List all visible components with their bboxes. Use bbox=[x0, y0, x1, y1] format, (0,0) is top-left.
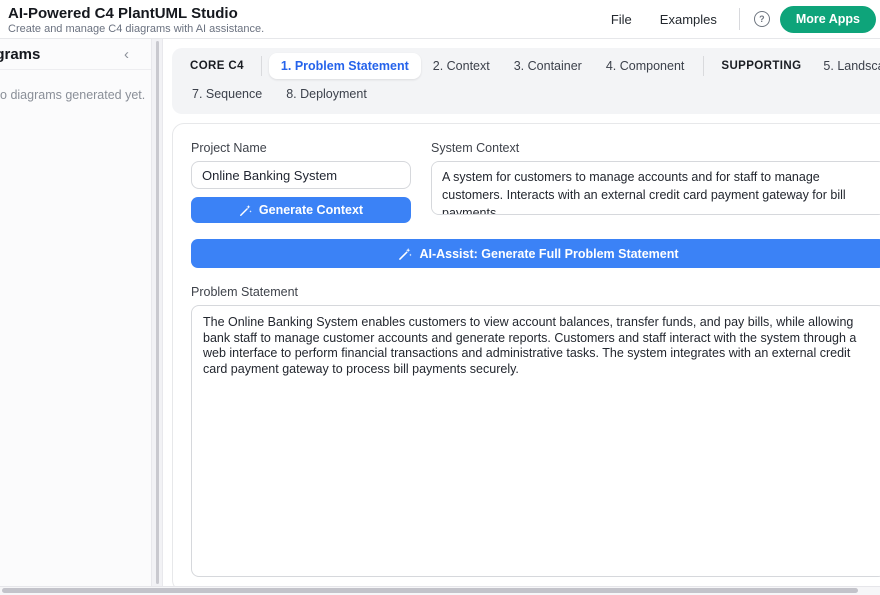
ai-assist-button[interactable]: AI-Assist: Generate Full Problem Stateme… bbox=[191, 239, 880, 268]
magic-wand-icon bbox=[239, 204, 252, 217]
help-icon[interactable]: ? bbox=[752, 9, 772, 29]
system-context-textarea[interactable]: A system for customers to manage account… bbox=[431, 161, 880, 215]
tab-component[interactable]: 4. Component bbox=[594, 53, 697, 79]
main-panel: CORE C4 1. Problem Statement 2. Context … bbox=[164, 39, 880, 586]
examples-menu-button[interactable]: Examples bbox=[650, 6, 727, 33]
tab-bar: CORE C4 1. Problem Statement 2. Context … bbox=[172, 48, 880, 114]
problem-statement-card: Project Name Generate Context Sy bbox=[172, 123, 880, 586]
project-name-input[interactable] bbox=[191, 161, 411, 189]
tab-problem-statement[interactable]: 1. Problem Statement bbox=[269, 53, 421, 79]
tab-row-2: 7. Sequence 8. Deployment bbox=[180, 81, 880, 107]
tab-divider bbox=[261, 56, 262, 76]
app-subtitle: Create and manage C4 diagrams with AI as… bbox=[8, 23, 264, 35]
system-context-label: System Context bbox=[431, 141, 880, 155]
form-grid: Project Name Generate Context Sy bbox=[191, 141, 880, 223]
sidebar-empty-message: No diagrams generated yet. bbox=[0, 88, 151, 102]
tab-deployment[interactable]: 8. Deployment bbox=[274, 81, 379, 107]
tab-context[interactable]: 2. Context bbox=[421, 53, 502, 79]
app-header-text: AI-Powered C4 PlantUML Studio Create and… bbox=[8, 4, 264, 35]
more-apps-button[interactable]: More Apps bbox=[780, 6, 876, 33]
project-name-label: Project Name bbox=[191, 141, 411, 155]
project-name-column: Project Name Generate Context bbox=[191, 141, 411, 223]
problem-statement-textarea[interactable]: The Online Banking System enables custom… bbox=[191, 305, 880, 577]
app-title: AI-Powered C4 PlantUML Studio bbox=[8, 5, 264, 22]
tab-group-core-label: CORE C4 bbox=[180, 54, 254, 78]
generate-context-button[interactable]: Generate Context bbox=[191, 197, 411, 223]
app-root: AI-Powered C4 PlantUML Studio Create and… bbox=[0, 0, 880, 595]
vertical-scrollbar-thumb[interactable] bbox=[156, 41, 159, 584]
tab-divider bbox=[703, 56, 704, 76]
main-content: CORE C4 1. Problem Statement 2. Context … bbox=[164, 39, 880, 586]
file-menu-button[interactable]: File bbox=[601, 6, 642, 33]
sidebar-title: Diagrams bbox=[0, 46, 40, 63]
tab-row-1: CORE C4 1. Problem Statement 2. Context … bbox=[180, 53, 880, 79]
tab-group-supporting-label: SUPPORTING bbox=[711, 54, 811, 78]
help-circle-glyph: ? bbox=[754, 11, 770, 27]
tab-sequence[interactable]: 7. Sequence bbox=[180, 81, 274, 107]
vertical-scrollbar[interactable] bbox=[152, 39, 163, 586]
chevron-left-icon[interactable]: ‹ bbox=[122, 45, 131, 64]
ai-assist-label: AI-Assist: Generate Full Problem Stateme… bbox=[419, 247, 678, 261]
top-bar-actions: File Examples ? More Apps bbox=[601, 6, 876, 33]
magic-wand-icon bbox=[398, 247, 412, 261]
sidebar-header: Diagrams ‹ bbox=[0, 39, 151, 70]
sidebar: Diagrams ‹ No diagrams generated yet. bbox=[0, 39, 152, 586]
generate-context-label: Generate Context bbox=[259, 203, 363, 217]
system-context-column: System Context A system for customers to… bbox=[431, 141, 880, 223]
top-bar: AI-Powered C4 PlantUML Studio Create and… bbox=[0, 0, 880, 39]
header-divider bbox=[739, 8, 740, 30]
problem-statement-label: Problem Statement bbox=[191, 285, 880, 299]
horizontal-scrollbar-thumb[interactable] bbox=[2, 588, 858, 593]
tab-landscape[interactable]: 5. Landscape bbox=[811, 53, 880, 79]
tab-container[interactable]: 3. Container bbox=[502, 53, 594, 79]
horizontal-scrollbar[interactable] bbox=[0, 586, 880, 595]
